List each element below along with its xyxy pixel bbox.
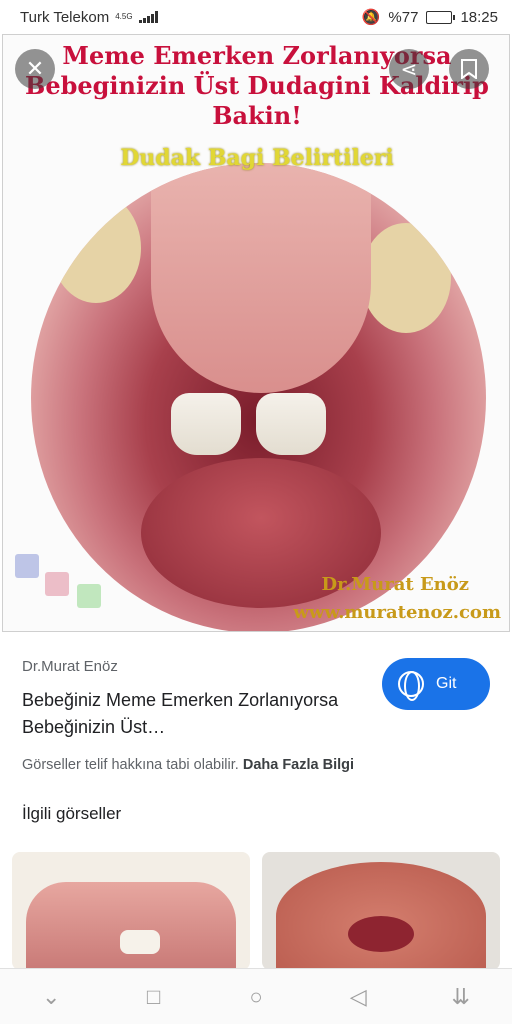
home-circle-icon[interactable]: ○	[236, 984, 276, 1010]
image-overlay-subtitle: Dudak Bagi Belirtileri	[120, 145, 394, 171]
visit-button-label: Git	[436, 675, 457, 692]
status-left: Turk Telekom 4.5G	[20, 9, 158, 26]
notification-pull-icon[interactable]: ⇊	[441, 984, 481, 1010]
image-viewer[interactable]: Meme Emerken Zorlanıyorsa Bebeginizin Üs…	[2, 34, 510, 632]
copyright-notice: Görseller telif hakkına tabi olabilir. D…	[22, 757, 490, 773]
related-image-2-mouth	[348, 916, 414, 952]
related-image-2[interactable]	[262, 852, 500, 970]
watermark-url: www.muratenoz.com	[293, 602, 501, 623]
logo-mark	[15, 554, 110, 619]
close-button[interactable]: ✕	[15, 49, 55, 89]
related-images-heading: İlgili görseller	[22, 804, 122, 823]
tooth-left	[171, 393, 241, 455]
network-type: 4.5G	[115, 12, 133, 21]
square-icon[interactable]: □	[134, 984, 174, 1010]
more-info-link[interactable]: Daha Fazla Bilgi	[243, 757, 354, 773]
mute-icon: 🔕	[361, 9, 381, 26]
result-title[interactable]: Bebeğiniz Meme Emerken Zorlanıyorsa Bebe…	[22, 687, 342, 741]
clock: 18:25	[460, 8, 498, 26]
status-right: 🔕 %77 18:25	[361, 8, 498, 27]
related-image-1-mouth	[26, 882, 236, 970]
copyright-text: Görseller telif hakkına tabi olabilir.	[22, 757, 239, 773]
bookmark-button[interactable]	[449, 49, 489, 89]
watermark-name: Dr.Murat Enöz	[321, 574, 469, 595]
share-button[interactable]: ⋖	[389, 49, 429, 89]
battery-icon	[426, 10, 456, 24]
chevron-down-icon[interactable]: ⌄	[31, 984, 71, 1010]
related-image-1-teeth	[120, 930, 160, 954]
finger-right	[361, 223, 451, 333]
upper-lip	[151, 163, 371, 393]
share-icon: ⋖	[400, 58, 418, 81]
result-info: Dr.Murat Enöz Bebeğiniz Meme Emerken Zor…	[22, 658, 490, 773]
signal-icon	[138, 11, 158, 23]
image-overlay-title: Meme Emerken Zorlanıyorsa Bebeginizin Üs…	[25, 41, 489, 130]
carrier-label: Turk Telekom	[20, 8, 110, 26]
related-image-1[interactable]	[12, 852, 250, 970]
close-icon: ✕	[25, 56, 45, 81]
visit-button[interactable]: Git	[382, 658, 490, 710]
system-nav-bar: ⌄ □ ○ ◁ ⇊	[0, 968, 512, 1024]
bookmark-icon	[461, 59, 477, 79]
finger-left	[51, 193, 141, 303]
status-bar: Turk Telekom 4.5G 🔕 %77 18:25	[0, 0, 512, 34]
battery-percent: %77	[388, 8, 419, 26]
globe-icon	[398, 671, 424, 701]
tooth-right	[256, 393, 326, 455]
back-triangle-icon[interactable]: ◁	[338, 984, 378, 1010]
